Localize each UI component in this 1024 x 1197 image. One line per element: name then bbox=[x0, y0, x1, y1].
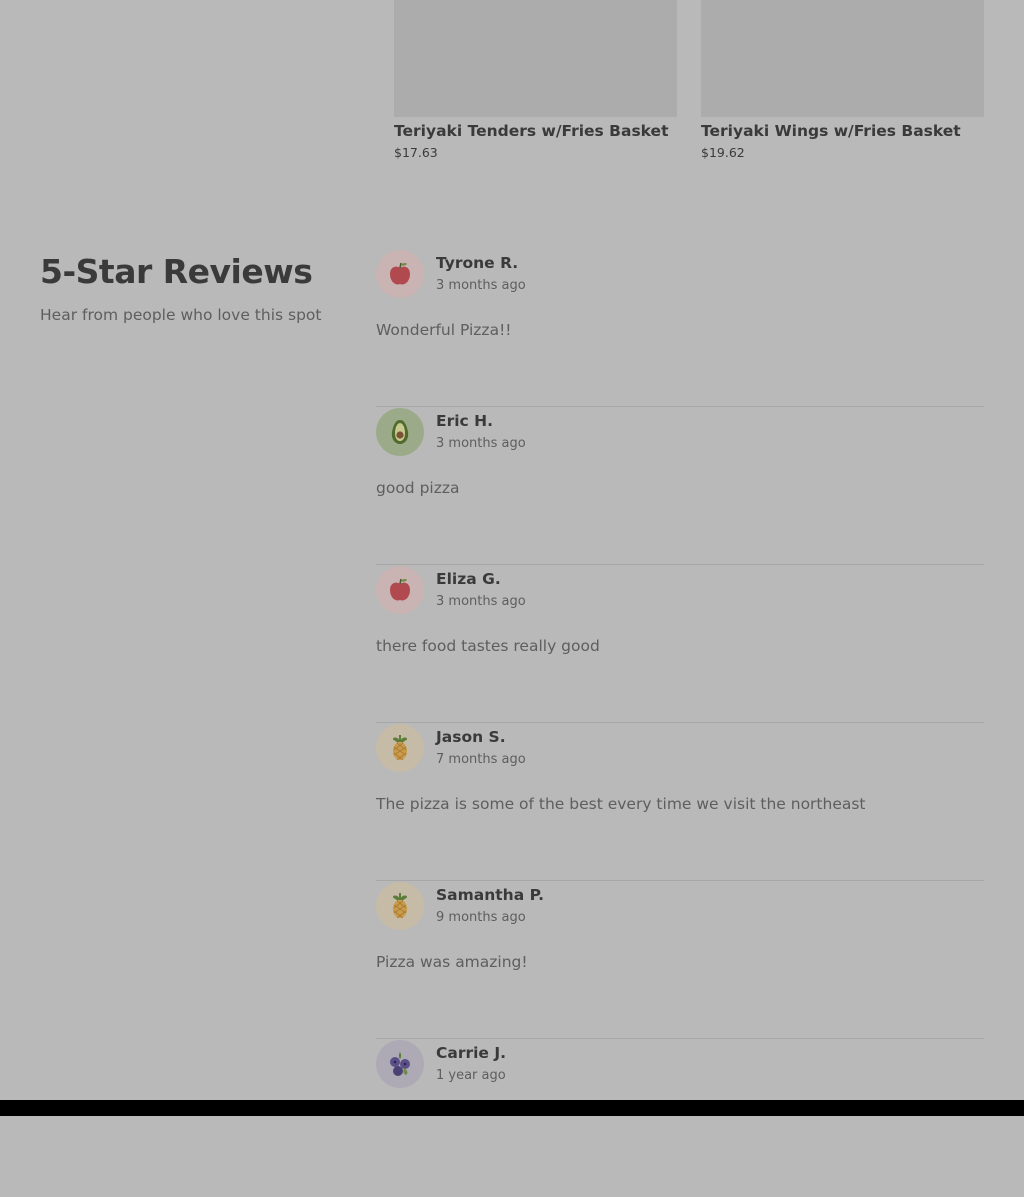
apple-icon bbox=[376, 250, 424, 298]
reviewer-name: Samantha P. bbox=[436, 886, 544, 904]
reviews-header: 5-Star Reviews Hear from people who love… bbox=[40, 252, 340, 325]
review-text: Pizza was amazing! bbox=[376, 953, 528, 971]
menu-item-name: Teriyaki Wings w/Fries Basket bbox=[701, 122, 961, 140]
menu-item-image bbox=[394, 0, 677, 117]
review-item: Eric H. 3 months ago good pizza bbox=[376, 408, 984, 565]
review-time: 9 months ago bbox=[436, 910, 526, 925]
review-text: The pizza is some of the best every time… bbox=[376, 795, 866, 813]
review-text: there food tastes really good bbox=[376, 637, 600, 655]
review-item: Carrie J. 1 year ago bbox=[376, 1040, 984, 1196]
reviewer-name: Eliza G. bbox=[436, 570, 501, 588]
review-time: 3 months ago bbox=[436, 436, 526, 451]
review-item: Jason S. 7 months ago The pizza is some … bbox=[376, 724, 984, 881]
menu-item-name: Teriyaki Tenders w/Fries Basket bbox=[394, 122, 669, 140]
reviewer-name: Jason S. bbox=[436, 728, 506, 746]
reviewer-name: Carrie J. bbox=[436, 1044, 506, 1062]
menu-item-card[interactable]: Teriyaki Wings w/Fries Basket $19.62 bbox=[701, 0, 984, 161]
menu-item-card[interactable]: Teriyaki Tenders w/Fries Basket $17.63 bbox=[394, 0, 677, 161]
reviews-subtitle: Hear from people who love this spot bbox=[40, 306, 322, 324]
menu-item-price: $19.62 bbox=[701, 145, 745, 160]
pineapple-icon bbox=[376, 882, 424, 930]
review-time: 3 months ago bbox=[436, 278, 526, 293]
review-time: 7 months ago bbox=[436, 752, 526, 767]
blueberry-icon bbox=[376, 1040, 424, 1088]
review-text: good pizza bbox=[376, 479, 460, 497]
review-time: 1 year ago bbox=[436, 1068, 506, 1083]
reviews-title: 5-Star Reviews bbox=[40, 252, 313, 291]
reviews-list: Tyrone R. 3 months ago Wonderful Pizza!!… bbox=[376, 250, 984, 1197]
review-item: Tyrone R. 3 months ago Wonderful Pizza!! bbox=[376, 250, 984, 407]
review-time: 3 months ago bbox=[436, 594, 526, 609]
menu-item-image bbox=[701, 0, 984, 117]
bottom-bar bbox=[0, 1100, 1024, 1116]
avocado-icon bbox=[376, 408, 424, 456]
apple-icon bbox=[376, 566, 424, 614]
reviewer-name: Tyrone R. bbox=[436, 254, 519, 272]
review-text: Wonderful Pizza!! bbox=[376, 321, 512, 339]
pineapple-icon bbox=[376, 724, 424, 772]
review-item: Samantha P. 9 months ago Pizza was amazi… bbox=[376, 882, 984, 1039]
menu-items-strip: Teriyaki Tenders w/Fries Basket $17.63 T… bbox=[0, 0, 1024, 200]
reviewer-name: Eric H. bbox=[436, 412, 493, 430]
review-item: Eliza G. 3 months ago there food tastes … bbox=[376, 566, 984, 723]
menu-item-price: $17.63 bbox=[394, 145, 438, 160]
